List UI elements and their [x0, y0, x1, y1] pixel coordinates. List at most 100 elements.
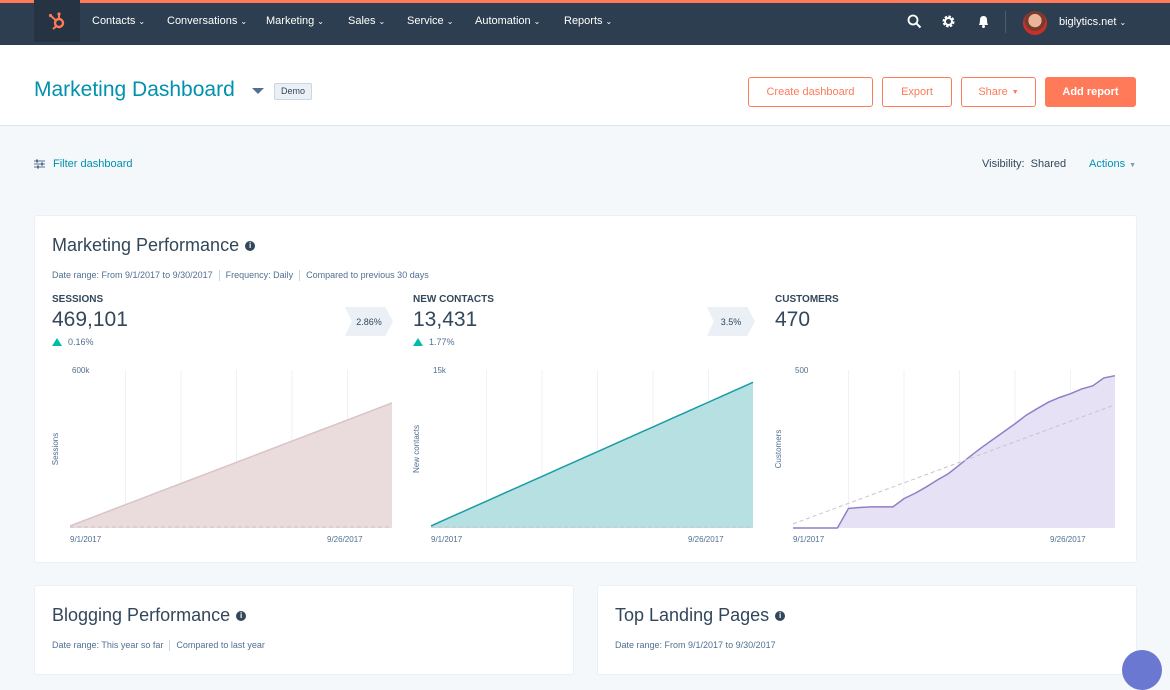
top-landing-pages-card [597, 585, 1137, 675]
x-tick-label: 9/1/2017 [70, 535, 102, 544]
caret-down-icon: ▼ [1129, 162, 1136, 169]
card-meta: Date range: From 9/1/2017 to 9/30/2017 Fr… [52, 270, 429, 281]
y-axis-label: Sessions [51, 433, 60, 465]
caret-down-icon: ▼ [1012, 89, 1019, 96]
nav-label: Sales [348, 15, 376, 27]
hubspot-logo[interactable] [34, 0, 80, 42]
customers-chart: 500 Customers 9/1/2017 9/26/2017 [763, 355, 1123, 550]
create-dashboard-button[interactable]: Create dashboard [748, 77, 873, 107]
visibility-label: Visibility: [982, 158, 1025, 170]
nav-conversations[interactable]: Conversations⌄ [167, 0, 247, 42]
export-button[interactable]: Export [882, 77, 952, 107]
comparison: Compared to last year [176, 640, 265, 650]
chevron-down-icon: ⌄ [447, 17, 454, 26]
chat-help-button[interactable] [1122, 650, 1162, 690]
kpi-value: 13,431 [413, 308, 477, 332]
page-title: Marketing Dashboard [34, 78, 235, 102]
x-tick-label: 9/1/2017 [431, 535, 463, 544]
new-contacts-chart: 15k New contacts 9/1/2017 9/26/2017 [401, 355, 761, 550]
divider [299, 270, 300, 281]
visibility-value: Shared [1031, 158, 1066, 170]
chevron-down-icon: ⌄ [138, 17, 145, 26]
kpi-value: 469,101 [52, 308, 128, 332]
bell-icon[interactable] [976, 14, 991, 33]
date-range: Date range: From 9/1/2017 to 9/30/2017 [615, 640, 776, 650]
card-title: Top Landing Pages i [615, 605, 785, 626]
kpi-label: NEW CONTACTS [413, 294, 494, 305]
card-title-text: Marketing Performance [52, 235, 239, 255]
date-range: Date range: From 9/1/2017 to 9/30/2017 [52, 270, 213, 280]
date-range: Date range: This year so far [52, 640, 163, 650]
chevron-down-icon: ⌄ [534, 17, 541, 26]
blogging-performance-card [34, 585, 574, 675]
x-tick-label: 9/1/2017 [793, 535, 825, 544]
nav-label: Reports [564, 15, 603, 27]
actions-dropdown[interactable]: Actions ▼ [1089, 158, 1136, 170]
filter-sliders-icon [34, 159, 45, 169]
kpi-change-value: 0.16% [68, 337, 94, 347]
nav-label: Conversations [167, 15, 237, 27]
frequency: Frequency: Daily [226, 270, 294, 280]
area-fill [793, 376, 1115, 528]
info-icon[interactable]: i [775, 611, 785, 621]
account-menu[interactable]: biglytics.net⌄ [1059, 16, 1126, 28]
card-title: Blogging Performance i [52, 605, 246, 626]
filter-label: Filter dashboard [53, 158, 133, 170]
y-tick-label: 600k [72, 366, 90, 375]
conversion-rate-badge: 2.86% [345, 307, 393, 336]
chevron-down-icon: ⌄ [606, 17, 613, 26]
x-tick-label: 9/26/2017 [327, 535, 363, 544]
nav-marketing[interactable]: Marketing⌄ [266, 0, 324, 42]
x-tick-label: 9/26/2017 [1050, 535, 1086, 544]
add-report-button[interactable]: Add report [1045, 77, 1136, 107]
card-title-text: Blogging Performance [52, 605, 230, 625]
dashboard-switcher-caret-icon[interactable] [252, 88, 264, 94]
conversion-rate-badge: 3.5% [707, 307, 755, 336]
kpi-value: 470 [775, 308, 810, 332]
sessions-chart: 600k Sessions 9/1/2017 9/26/2017 [40, 355, 400, 550]
search-icon[interactable] [907, 14, 922, 33]
kpi-label: CUSTOMERS [775, 294, 839, 305]
nav-label: Automation [475, 15, 531, 27]
kpi-label: SESSIONS [52, 294, 103, 305]
filter-dashboard-link[interactable]: Filter dashboard [34, 158, 133, 170]
chevron-down-icon: ⌄ [1119, 18, 1126, 27]
chevron-down-icon: ⌄ [317, 17, 324, 26]
kpi-change-value: 1.77% [429, 337, 455, 347]
share-button[interactable]: Share ▼ [961, 77, 1036, 107]
info-icon[interactable]: i [245, 241, 255, 251]
avatar[interactable] [1023, 11, 1047, 35]
nav-label: Marketing [266, 15, 314, 27]
chevron-down-icon: ⌄ [379, 17, 386, 26]
kpi-change: 0.16% [52, 337, 94, 347]
x-tick-label: 9/26/2017 [688, 535, 724, 544]
demo-badge: Demo [274, 83, 312, 100]
card-title-text: Top Landing Pages [615, 605, 769, 625]
account-name: biglytics.net [1059, 16, 1116, 28]
card-title: Marketing Performance i [52, 235, 255, 256]
gear-icon[interactable] [941, 14, 956, 33]
y-tick-label: 15k [433, 366, 447, 375]
up-arrow-icon [52, 338, 62, 346]
nav-divider [1005, 11, 1006, 33]
nav-label: Contacts [92, 15, 135, 27]
info-icon[interactable]: i [236, 611, 246, 621]
share-label: Share [978, 86, 1007, 98]
y-tick-label: 500 [795, 366, 809, 375]
comparison: Compared to previous 30 days [306, 270, 429, 280]
chevron-down-icon: ⌄ [240, 17, 247, 26]
y-axis-label: New contacts [412, 425, 421, 473]
nav-label: Service [407, 15, 444, 27]
actions-label: Actions [1089, 158, 1125, 170]
visibility[interactable]: Visibility: Shared [982, 158, 1066, 170]
nav-reports[interactable]: Reports⌄ [564, 0, 612, 42]
card-meta: Date range: From 9/1/2017 to 9/30/2017 [615, 640, 776, 650]
divider [169, 640, 170, 651]
y-axis-label: Customers [774, 430, 783, 469]
nav-sales[interactable]: Sales⌄ [348, 0, 385, 42]
nav-contacts[interactable]: Contacts⌄ [92, 0, 145, 42]
divider [219, 270, 220, 281]
nav-automation[interactable]: Automation⌄ [475, 0, 540, 42]
nav-service[interactable]: Service⌄ [407, 0, 453, 42]
card-meta: Date range: This year so far Compared to … [52, 640, 265, 651]
